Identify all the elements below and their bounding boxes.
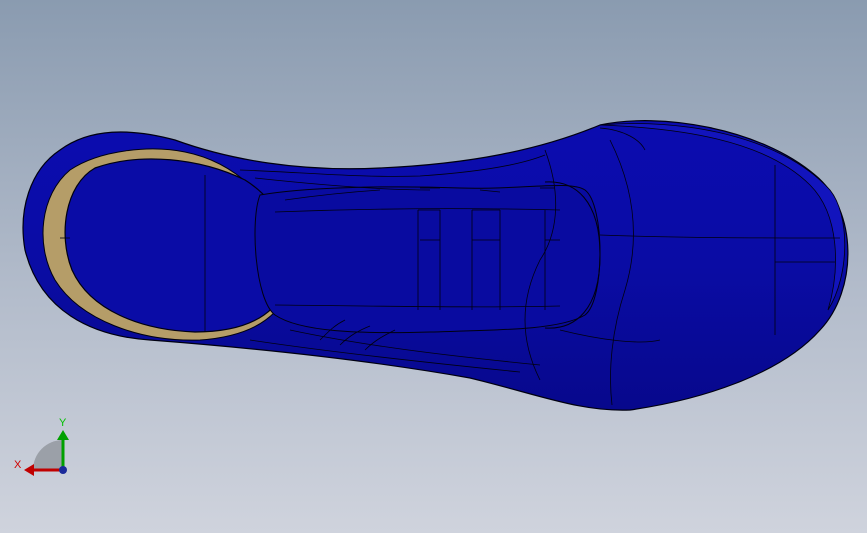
graphics-viewport[interactable]: Y X [0, 0, 867, 533]
tongue-panel[interactable] [254, 184, 601, 334]
shoe-model[interactable] [0, 0, 867, 533]
